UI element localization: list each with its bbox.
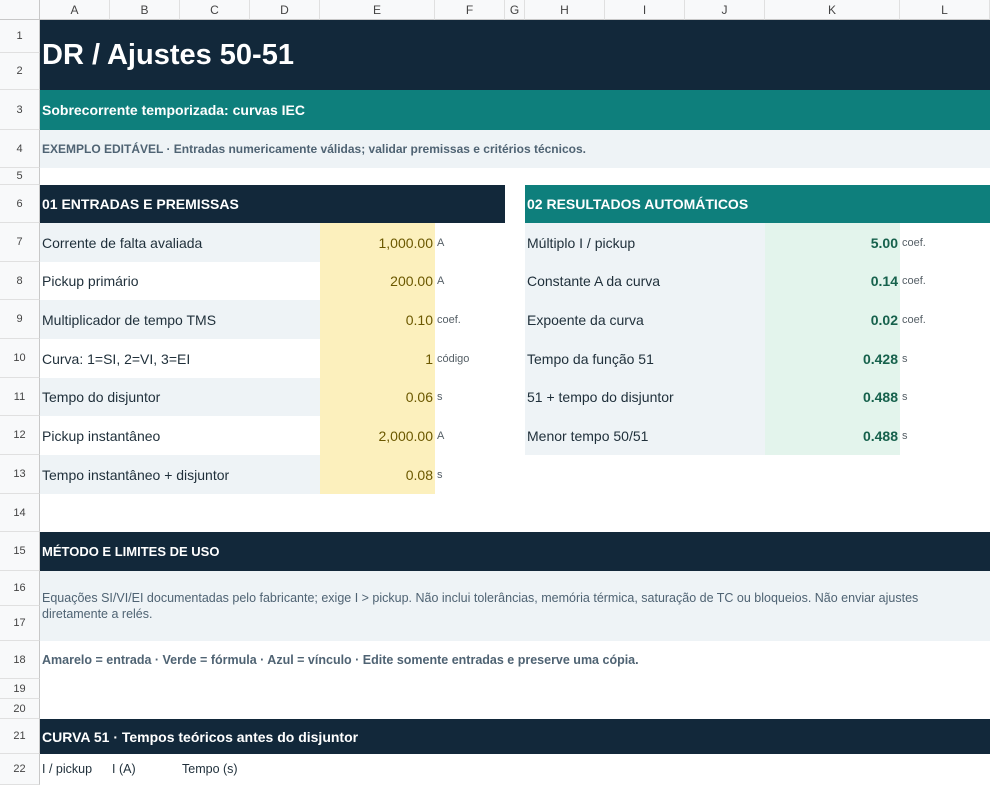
row-header-11[interactable]: 11 bbox=[0, 378, 40, 416]
row-header-7[interactable]: 7 bbox=[0, 223, 40, 262]
col-header-e[interactable]: E bbox=[320, 0, 435, 20]
row-header-6[interactable]: 6 bbox=[0, 185, 40, 223]
result-unit[interactable]: coef. bbox=[900, 262, 990, 300]
curve-col-current[interactable]: I (A) bbox=[112, 762, 136, 790]
row-header-12[interactable]: 12 bbox=[0, 416, 40, 455]
method-header[interactable]: MÉTODO E LIMITES DE USO bbox=[42, 532, 219, 571]
row-header-19[interactable]: 19 bbox=[0, 679, 40, 699]
result-label[interactable]: Tempo da função 51 bbox=[525, 339, 765, 378]
title-band: DR / Ajustes 50-51 bbox=[40, 20, 990, 90]
input-unit[interactable]: s bbox=[435, 455, 505, 494]
result-label[interactable]: Menor tempo 50/51 bbox=[525, 416, 765, 455]
method-text-band: Equações SI/VI/EI documentadas pelo fabr… bbox=[40, 571, 990, 641]
result-value-cell[interactable]: 0.14 bbox=[765, 262, 900, 300]
input-value-cell[interactable]: 0.10 bbox=[320, 300, 435, 339]
result-label[interactable]: Constante A da curva bbox=[525, 262, 765, 300]
page-subtitle[interactable]: Sobrecorrente temporizada: curvas IEC bbox=[42, 90, 305, 130]
input-label[interactable]: Pickup instantâneo bbox=[40, 416, 320, 455]
input-value-cell[interactable]: 200.00 bbox=[320, 262, 435, 300]
result-value-cell[interactable]: 0.428 bbox=[765, 339, 900, 378]
result-unit[interactable]: s bbox=[900, 378, 990, 416]
input-value-cell[interactable]: 0.06 bbox=[320, 378, 435, 416]
input-label[interactable]: Multiplicador de tempo TMS bbox=[40, 300, 320, 339]
result-unit[interactable]: coef. bbox=[900, 223, 990, 262]
input-unit[interactable]: A bbox=[435, 416, 505, 455]
result-value-cell[interactable]: 0.488 bbox=[765, 378, 900, 416]
input-value-cell[interactable]: 1 bbox=[320, 339, 435, 378]
input-label[interactable]: Corrente de falta avaliada bbox=[40, 223, 320, 262]
result-unit[interactable]: coef. bbox=[900, 300, 990, 339]
curve-header-band: CURVA 51 · Tempos teóricos antes do disj… bbox=[40, 719, 990, 754]
example-note[interactable]: EXEMPLO EDITÁVEL · Entradas numericament… bbox=[42, 130, 586, 168]
row-header-4[interactable]: 4 bbox=[0, 130, 40, 168]
row-header-22[interactable]: 22 bbox=[0, 754, 40, 785]
row-header-16[interactable]: 16 bbox=[0, 571, 40, 606]
input-unit[interactable]: s bbox=[435, 378, 505, 416]
input-label[interactable]: Pickup primário bbox=[40, 262, 320, 300]
result-label[interactable]: Expoente da curva bbox=[525, 300, 765, 339]
method-text[interactable]: Equações SI/VI/EI documentadas pelo fabr… bbox=[42, 590, 987, 622]
note-band: EXEMPLO EDITÁVEL · Entradas numericament… bbox=[40, 130, 990, 168]
result-value-cell[interactable]: 0.488 bbox=[765, 416, 900, 455]
curve-col-time[interactable]: Tempo (s) bbox=[182, 762, 238, 790]
input-label[interactable]: Curva: 1=SI, 2=VI, 3=EI bbox=[40, 339, 320, 378]
col-header-g[interactable]: G bbox=[505, 0, 525, 20]
curve-header[interactable]: CURVA 51 · Tempos teóricos antes do disj… bbox=[42, 719, 358, 754]
input-value-cell[interactable]: 2,000.00 bbox=[320, 416, 435, 455]
row-header-17[interactable]: 17 bbox=[0, 606, 40, 641]
input-value-cell[interactable]: 0.08 bbox=[320, 455, 435, 494]
row-header-10[interactable]: 10 bbox=[0, 339, 40, 378]
result-unit[interactable]: s bbox=[900, 416, 990, 455]
color-legend-note[interactable]: Amarelo = entrada · Verde = fórmula · Az… bbox=[42, 641, 639, 679]
row-header-13[interactable]: 13 bbox=[0, 455, 40, 494]
col-header-a[interactable]: A bbox=[40, 0, 110, 20]
col-header-j[interactable]: J bbox=[685, 0, 765, 20]
row-header-21[interactable]: 21 bbox=[0, 719, 40, 754]
row-header-18[interactable]: 18 bbox=[0, 641, 40, 679]
subtitle-band: Sobrecorrente temporizada: curvas IEC bbox=[40, 90, 990, 130]
input-label[interactable]: Tempo instantâneo + disjuntor bbox=[40, 455, 320, 494]
input-unit[interactable]: A bbox=[435, 262, 505, 300]
inputs-section-header[interactable]: 01 ENTRADAS E PREMISSAS bbox=[40, 185, 505, 223]
input-value-cell[interactable]: 1,000.00 bbox=[320, 223, 435, 262]
result-value-cell[interactable]: 0.02 bbox=[765, 300, 900, 339]
row-header-8[interactable]: 8 bbox=[0, 262, 40, 300]
result-unit[interactable]: s bbox=[900, 339, 990, 378]
method-header-band: MÉTODO E LIMITES DE USO bbox=[40, 532, 990, 571]
input-label[interactable]: Tempo do disjuntor bbox=[40, 378, 320, 416]
row-header-5[interactable]: 5 bbox=[0, 168, 40, 185]
row-header-20[interactable]: 20 bbox=[0, 699, 40, 719]
row-header-9[interactable]: 9 bbox=[0, 300, 40, 339]
col-header-c[interactable]: C bbox=[180, 0, 250, 20]
col-header-h[interactable]: H bbox=[525, 0, 605, 20]
row-header-14[interactable]: 14 bbox=[0, 494, 40, 532]
result-label[interactable]: Múltiplo I / pickup bbox=[525, 223, 765, 262]
result-value-cell[interactable]: 5.00 bbox=[765, 223, 900, 262]
input-unit[interactable]: código bbox=[435, 339, 505, 378]
row-header-3[interactable]: 3 bbox=[0, 90, 40, 130]
input-unit[interactable]: coef. bbox=[435, 300, 505, 339]
col-header-f[interactable]: F bbox=[435, 0, 505, 20]
results-section-header[interactable]: 02 RESULTADOS AUTOMÁTICOS bbox=[525, 185, 990, 223]
row-header-1[interactable]: 1 bbox=[0, 20, 40, 53]
curve-col-multiple[interactable]: I / pickup bbox=[42, 762, 92, 790]
spreadsheet: A B C D E F G H I J K L 1 2 3 4 5 6 7 8 … bbox=[0, 0, 990, 785]
col-header-b[interactable]: B bbox=[110, 0, 180, 20]
col-header-k[interactable]: K bbox=[765, 0, 900, 20]
col-header-d[interactable]: D bbox=[250, 0, 320, 20]
result-label[interactable]: 51 + tempo do disjuntor bbox=[525, 378, 765, 416]
page-title[interactable]: DR / Ajustes 50-51 bbox=[42, 20, 294, 90]
select-all-corner[interactable] bbox=[0, 0, 40, 20]
input-unit[interactable]: A bbox=[435, 223, 505, 262]
row-header-15[interactable]: 15 bbox=[0, 532, 40, 571]
row-header-2[interactable]: 2 bbox=[0, 53, 40, 90]
col-header-l[interactable]: L bbox=[900, 0, 990, 20]
col-header-i[interactable]: I bbox=[605, 0, 685, 20]
